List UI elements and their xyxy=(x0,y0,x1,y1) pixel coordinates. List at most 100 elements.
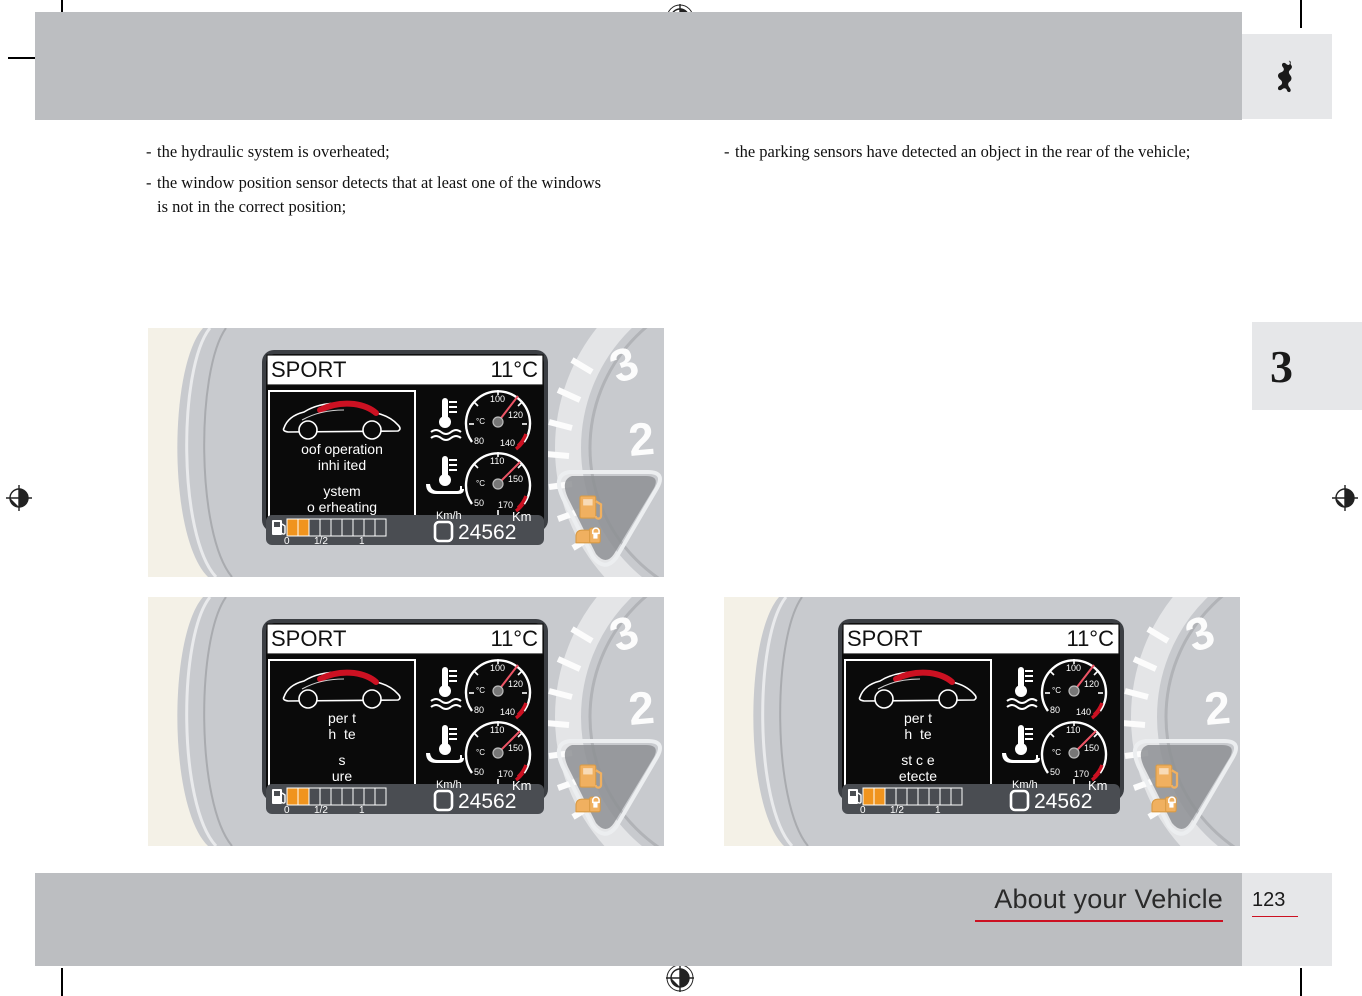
water-temperature-gauge: 100 120 80 140 °C xyxy=(464,390,532,454)
oil-tick-110: 110 xyxy=(1066,725,1080,735)
water-unit: °C xyxy=(476,417,485,426)
water-tick-80: 80 xyxy=(474,436,484,446)
tach-label-2: 2 xyxy=(626,681,656,735)
figure-roof-obstacle-detected: 3 2 100 120 80 140 °C 110 150 50 170 °C … xyxy=(724,597,1240,846)
water-tick-100: 100 xyxy=(1066,663,1081,673)
odometer-value: 24562 xyxy=(1034,790,1093,813)
fuel-label-mid: 1/2 xyxy=(314,805,328,816)
oil-unit: °C xyxy=(1052,748,1061,757)
registration-mark-bottom xyxy=(665,963,695,993)
page-number-tab xyxy=(1242,873,1332,966)
oil-temperature-gauge: 110 150 50 170 °C xyxy=(464,721,532,785)
display-message-line-3: st c e xyxy=(901,752,935,768)
fuel-label-min: 0 xyxy=(284,536,290,547)
odometer-value: 24562 xyxy=(458,521,517,544)
fuel-label-min: 0 xyxy=(284,805,290,816)
right-text-column: - the parking sensors have detected an o… xyxy=(724,140,1214,171)
left-text-column: - the hydraulic system is overheated; - … xyxy=(146,140,616,226)
odometer-value: 24562 xyxy=(458,790,517,813)
tach-label-2: 2 xyxy=(626,412,656,466)
bullet-dash: - xyxy=(146,142,152,161)
display-message-line-1: oof operation xyxy=(301,441,383,457)
oil-tick-50: 50 xyxy=(1050,767,1060,777)
fuel-label-mid: 1/2 xyxy=(890,805,904,816)
bullet-dash: - xyxy=(146,173,152,193)
display-temperature: 11°C xyxy=(490,357,538,382)
water-tick-140: 140 xyxy=(1076,707,1091,717)
oil-tick-50: 50 xyxy=(474,498,484,508)
water-temperature-gauge: 100 120 80 140 °C xyxy=(1040,659,1108,723)
bullet-text: the hydraulic system is overheated; xyxy=(157,142,390,161)
oil-tick-110: 110 xyxy=(490,725,504,735)
water-unit: °C xyxy=(1052,686,1061,695)
water-tick-140: 140 xyxy=(500,707,515,717)
display-mode-label: SPORT xyxy=(847,626,923,651)
fuel-label-max: 1 xyxy=(359,536,365,547)
oil-tick-110: 110 xyxy=(490,456,504,466)
figure-roof-operation-temperature: 3 2 100 120 80 140 °C 110 150 50 170 °C … xyxy=(148,597,664,846)
figure-roof-operation-inhibited: 3 2 100 120 80 140 °C 110 150 50 170 °C … xyxy=(148,328,664,577)
brand-logo-tab xyxy=(1242,34,1332,119)
display-message-line-3: s xyxy=(338,752,346,768)
registration-mark-right xyxy=(1330,483,1360,513)
page-number: 123 xyxy=(1252,889,1298,917)
display-mode-label: SPORT xyxy=(271,357,347,382)
fuel-cap-lock-icon xyxy=(1151,796,1177,813)
water-unit: °C xyxy=(476,686,485,695)
water-tick-100: 100 xyxy=(490,394,505,404)
ferrari-prancing-horse-icon xyxy=(1274,59,1300,94)
footer-section-title: About your Vehicle xyxy=(975,884,1223,922)
tach-label-2: 2 xyxy=(1202,681,1232,735)
oil-unit: °C xyxy=(476,479,485,488)
fuel-label-min: 0 xyxy=(860,805,866,816)
fuel-label-mid: 1/2 xyxy=(314,536,328,547)
crop-mark-bottom-right-v xyxy=(1300,968,1302,996)
fuel-label-max: 1 xyxy=(935,805,941,816)
fuel-label-max: 1 xyxy=(359,805,365,816)
oil-tick-170: 170 xyxy=(498,769,513,779)
display-message-line-2: inhi ited xyxy=(317,457,367,473)
oil-tick-170: 170 xyxy=(1074,769,1089,779)
list-item: - the parking sensors have detected an o… xyxy=(724,140,1214,163)
display-message-line-2: h te xyxy=(904,726,932,742)
oil-unit: °C xyxy=(476,748,485,757)
manual-page: 3 - the hydraulic system is overheated; … xyxy=(0,0,1362,996)
crop-mark-top-right-v xyxy=(1300,0,1302,28)
display-message-line-1: per t xyxy=(327,710,356,726)
oil-temperature-gauge: 110 150 50 170 °C xyxy=(1040,721,1108,785)
oil-temperature-gauge: 110 150 50 170 °C xyxy=(464,452,532,516)
display-message-line-4: etecte xyxy=(898,768,938,784)
water-tick-140: 140 xyxy=(500,438,515,448)
bullet-text: the parking sensors have detected an obj… xyxy=(735,142,1191,161)
crop-mark-bottom-left-v xyxy=(61,968,63,996)
display-mode-label: SPORT xyxy=(271,626,347,651)
display-message-line-4: o erheating xyxy=(306,499,378,515)
display-temperature: 11°C xyxy=(1066,626,1114,651)
display-message-line-3: ystem xyxy=(323,483,361,499)
header-band xyxy=(35,12,1242,120)
list-item: - the window position sensor detects tha… xyxy=(146,171,616,218)
bullet-text: the window position sensor detects that … xyxy=(157,173,602,216)
water-tick-80: 80 xyxy=(474,705,484,715)
oil-tick-150: 150 xyxy=(508,474,523,484)
oil-tick-170: 170 xyxy=(498,500,513,510)
chapter-number: 3 xyxy=(1270,340,1293,392)
crop-mark-left-top-h xyxy=(8,57,36,59)
fuel-cap-lock-icon xyxy=(575,796,601,813)
oil-tick-150: 150 xyxy=(1084,743,1099,753)
water-tick-120: 120 xyxy=(508,679,523,689)
oil-tick-150: 150 xyxy=(508,743,523,753)
water-tick-80: 80 xyxy=(1050,705,1060,715)
water-tick-100: 100 xyxy=(490,663,505,673)
display-temperature: 11°C xyxy=(490,626,538,651)
fuel-cap-lock-icon xyxy=(575,527,601,544)
display-message-line-4: ure xyxy=(331,768,353,784)
list-item: - the hydraulic system is overheated; xyxy=(146,140,616,163)
display-message-line-2: h te xyxy=(328,726,356,742)
water-tick-120: 120 xyxy=(508,410,523,420)
bullet-dash: - xyxy=(724,142,730,161)
chapter-tab: 3 xyxy=(1252,322,1362,410)
registration-mark-left xyxy=(4,483,34,513)
oil-tick-50: 50 xyxy=(474,767,484,777)
display-message-line-1: per t xyxy=(903,710,932,726)
